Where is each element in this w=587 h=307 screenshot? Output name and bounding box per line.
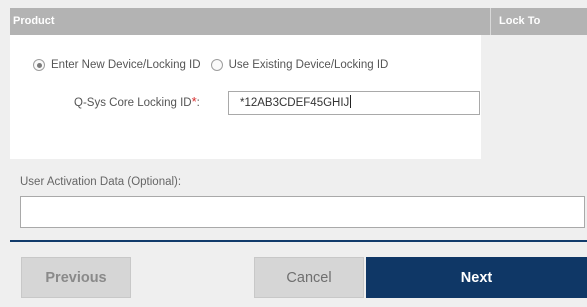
locking-id-label: Q-Sys Core Locking ID*: — [74, 94, 200, 109]
cancel-button[interactable]: Cancel — [254, 257, 364, 298]
locking-id-value: *12AB3CDEF45GHIJ — [240, 97, 350, 109]
radio-use-existing[interactable] — [210, 59, 223, 71]
previous-button[interactable]: Previous — [21, 257, 131, 298]
activation-dialog: Product Lock To Enter New Device/Locking… — [0, 0, 587, 307]
locking-id-input[interactable]: *12AB3CDEF45GHIJ — [228, 91, 480, 115]
footer-divider — [10, 240, 587, 242]
product-panel: Enter New Device/Locking ID Use Existing… — [10, 35, 481, 159]
radio-enter-new[interactable] — [33, 59, 45, 71]
text-caret — [350, 95, 352, 108]
locking-id-label-text: Q-Sys Core Locking ID — [74, 97, 192, 109]
header-lock-to: Lock To — [499, 15, 541, 27]
activation-data-input[interactable] — [20, 196, 585, 228]
locking-id-label-colon: : — [196, 97, 200, 109]
locking-id-mode-group: Enter New Device/Locking ID Use Existing… — [33, 57, 398, 73]
table-header: Product Lock To — [10, 8, 587, 35]
activation-data-label: User Activation Data (Optional): — [20, 176, 182, 188]
header-divider — [490, 8, 491, 35]
radio-use-existing-label[interactable]: Use Existing Device/Locking ID — [229, 59, 389, 71]
header-product: Product — [13, 15, 55, 27]
next-button[interactable]: Next — [366, 257, 587, 298]
radio-enter-new-label[interactable]: Enter New Device/Locking ID — [51, 59, 201, 71]
